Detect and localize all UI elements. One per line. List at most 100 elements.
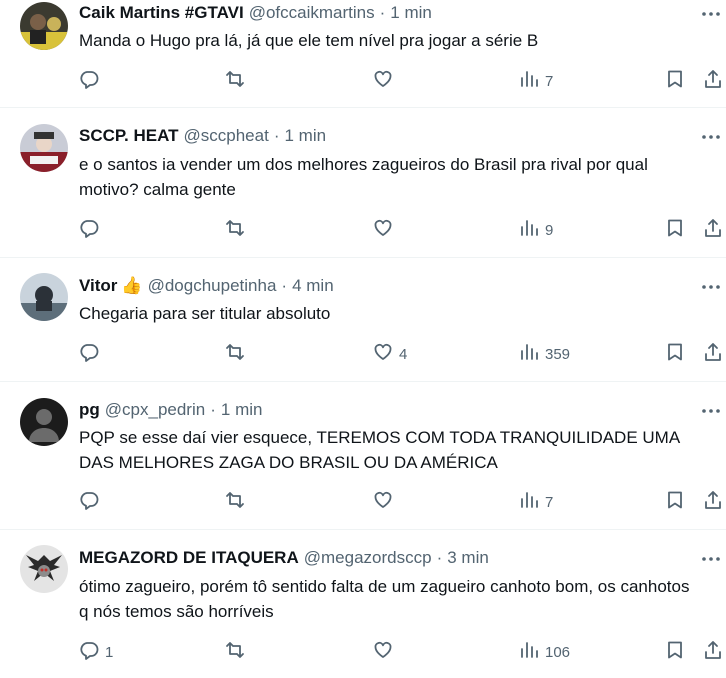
avatar[interactable]	[20, 545, 68, 593]
more-icon[interactable]	[700, 401, 722, 421]
display-name[interactable]: Caik Martins #GTAVI	[79, 2, 244, 24]
timestamp[interactable]: 1 min	[221, 399, 263, 421]
avatar[interactable]	[20, 273, 68, 321]
views-button[interactable]: 359	[519, 343, 570, 365]
like-button[interactable]	[373, 219, 399, 241]
tweet[interactable]: pg @cpx_pedrin · 1 min PQP se esse daí v…	[0, 382, 726, 530]
separator: ·	[436, 548, 443, 567]
retweet-icon	[225, 342, 245, 366]
bookmark-button[interactable]	[665, 491, 685, 513]
separator: ·	[281, 276, 288, 295]
views-count: 359	[545, 345, 571, 363]
tweet[interactable]: Vitor 👍 @dogchupetinha · 4 min Chegaria …	[0, 258, 726, 382]
retweet-button[interactable]	[225, 70, 251, 92]
avatar[interactable]	[20, 2, 68, 50]
retweet-button[interactable]	[225, 343, 251, 365]
bookmark-button[interactable]	[665, 219, 685, 241]
avatar[interactable]	[20, 398, 68, 446]
views-button[interactable]: 9	[519, 219, 553, 241]
share-button[interactable]	[703, 70, 723, 92]
timestamp[interactable]: 4 min	[292, 275, 334, 297]
tweet[interactable]: SCCP. HEAT @sccpheat · 1 min e o santos …	[0, 108, 726, 258]
share-icon	[703, 640, 723, 664]
bookmark-icon	[665, 640, 685, 664]
separator: ·	[273, 126, 280, 145]
reply-button[interactable]	[79, 70, 105, 92]
retweet-button[interactable]	[225, 219, 251, 241]
like-button[interactable]: 4	[373, 343, 407, 365]
user-handle[interactable]: @sccpheat	[184, 125, 269, 147]
views-count: 7	[545, 72, 554, 90]
tweet-header: Caik Martins #GTAVI @ofccaikmartins · 1 …	[79, 2, 686, 24]
views-button[interactable]: 7	[519, 491, 553, 513]
more-icon[interactable]	[700, 549, 722, 569]
views-count: 9	[545, 221, 554, 239]
action-bar: 4 359	[79, 343, 726, 365]
retweet-button[interactable]	[225, 491, 251, 513]
like-icon	[373, 640, 393, 664]
views-icon	[519, 69, 539, 93]
retweet-button[interactable]	[225, 641, 251, 663]
share-button[interactable]	[703, 219, 723, 241]
timestamp[interactable]: 3 min	[447, 547, 489, 569]
like-button[interactable]	[373, 641, 399, 663]
more-icon[interactable]	[700, 277, 722, 297]
tweet-header: pg @cpx_pedrin · 1 min	[79, 399, 686, 421]
like-button[interactable]	[373, 491, 399, 513]
reply-icon	[79, 69, 99, 93]
tweet-header: Vitor 👍 @dogchupetinha · 4 min	[79, 275, 686, 297]
reply-icon	[79, 490, 99, 514]
share-icon	[703, 342, 723, 366]
share-button[interactable]	[703, 641, 723, 663]
like-icon	[373, 342, 393, 366]
display-name[interactable]: pg	[79, 399, 100, 421]
bookmark-button[interactable]	[665, 70, 685, 92]
action-bar: 7	[79, 491, 726, 513]
reply-button[interactable]	[79, 219, 105, 241]
tweet-text: Manda o Hugo pra lá, já que ele tem níve…	[79, 31, 539, 50]
display-name[interactable]: MEGAZORD DE ITAQUERA	[79, 547, 299, 569]
reply-count: 1	[105, 643, 114, 661]
retweet-icon	[225, 490, 245, 514]
reply-button[interactable]: 1	[79, 641, 113, 663]
display-name[interactable]: SCCP. HEAT	[79, 125, 179, 147]
action-bar: 1 106	[79, 641, 726, 663]
bookmark-button[interactable]	[665, 343, 685, 365]
reply-button[interactable]	[79, 491, 105, 513]
like-button[interactable]	[373, 70, 399, 92]
views-button[interactable]: 7	[519, 70, 553, 92]
more-icon[interactable]	[700, 127, 722, 147]
share-button[interactable]	[703, 343, 723, 365]
tweet-text: e o santos ia vender um dos melhores zag…	[79, 155, 648, 199]
bookmark-button[interactable]	[665, 641, 685, 663]
views-icon	[519, 640, 539, 664]
separator: ·	[379, 3, 386, 22]
views-count: 7	[545, 493, 554, 511]
tweet[interactable]: MEGAZORD DE ITAQUERA @megazordsccp · 3 m…	[0, 530, 726, 678]
avatar[interactable]	[20, 124, 68, 172]
like-count: 4	[399, 345, 408, 363]
timestamp[interactable]: 1 min	[390, 2, 432, 24]
user-handle[interactable]: @cpx_pedrin	[105, 399, 205, 421]
user-handle[interactable]: @megazordsccp	[304, 547, 432, 569]
bookmark-icon	[665, 69, 685, 93]
tweet-text: PQP se esse daí vier esquece, TEREMOS CO…	[79, 428, 680, 472]
more-icon[interactable]	[700, 4, 722, 24]
share-icon	[703, 490, 723, 514]
tweet-text: Chegaria para ser titular absoluto	[79, 304, 331, 323]
reply-button[interactable]	[79, 343, 105, 365]
retweet-icon	[225, 218, 245, 242]
retweet-icon	[225, 640, 245, 664]
share-icon	[703, 69, 723, 93]
user-handle[interactable]: @dogchupetinha	[148, 275, 277, 297]
user-handle[interactable]: @ofccaikmartins	[249, 2, 375, 24]
tweet[interactable]: Caik Martins #GTAVI @ofccaikmartins · 1 …	[0, 0, 726, 108]
share-button[interactable]	[703, 491, 723, 513]
retweet-icon	[225, 69, 245, 93]
tweet-header: MEGAZORD DE ITAQUERA @megazordsccp · 3 m…	[79, 547, 686, 569]
like-icon	[373, 69, 393, 93]
views-button[interactable]: 106	[519, 641, 570, 663]
display-name[interactable]: Vitor	[79, 275, 117, 297]
timestamp[interactable]: 1 min	[285, 125, 327, 147]
thumbs-up-emoji: 👍	[121, 276, 143, 295]
